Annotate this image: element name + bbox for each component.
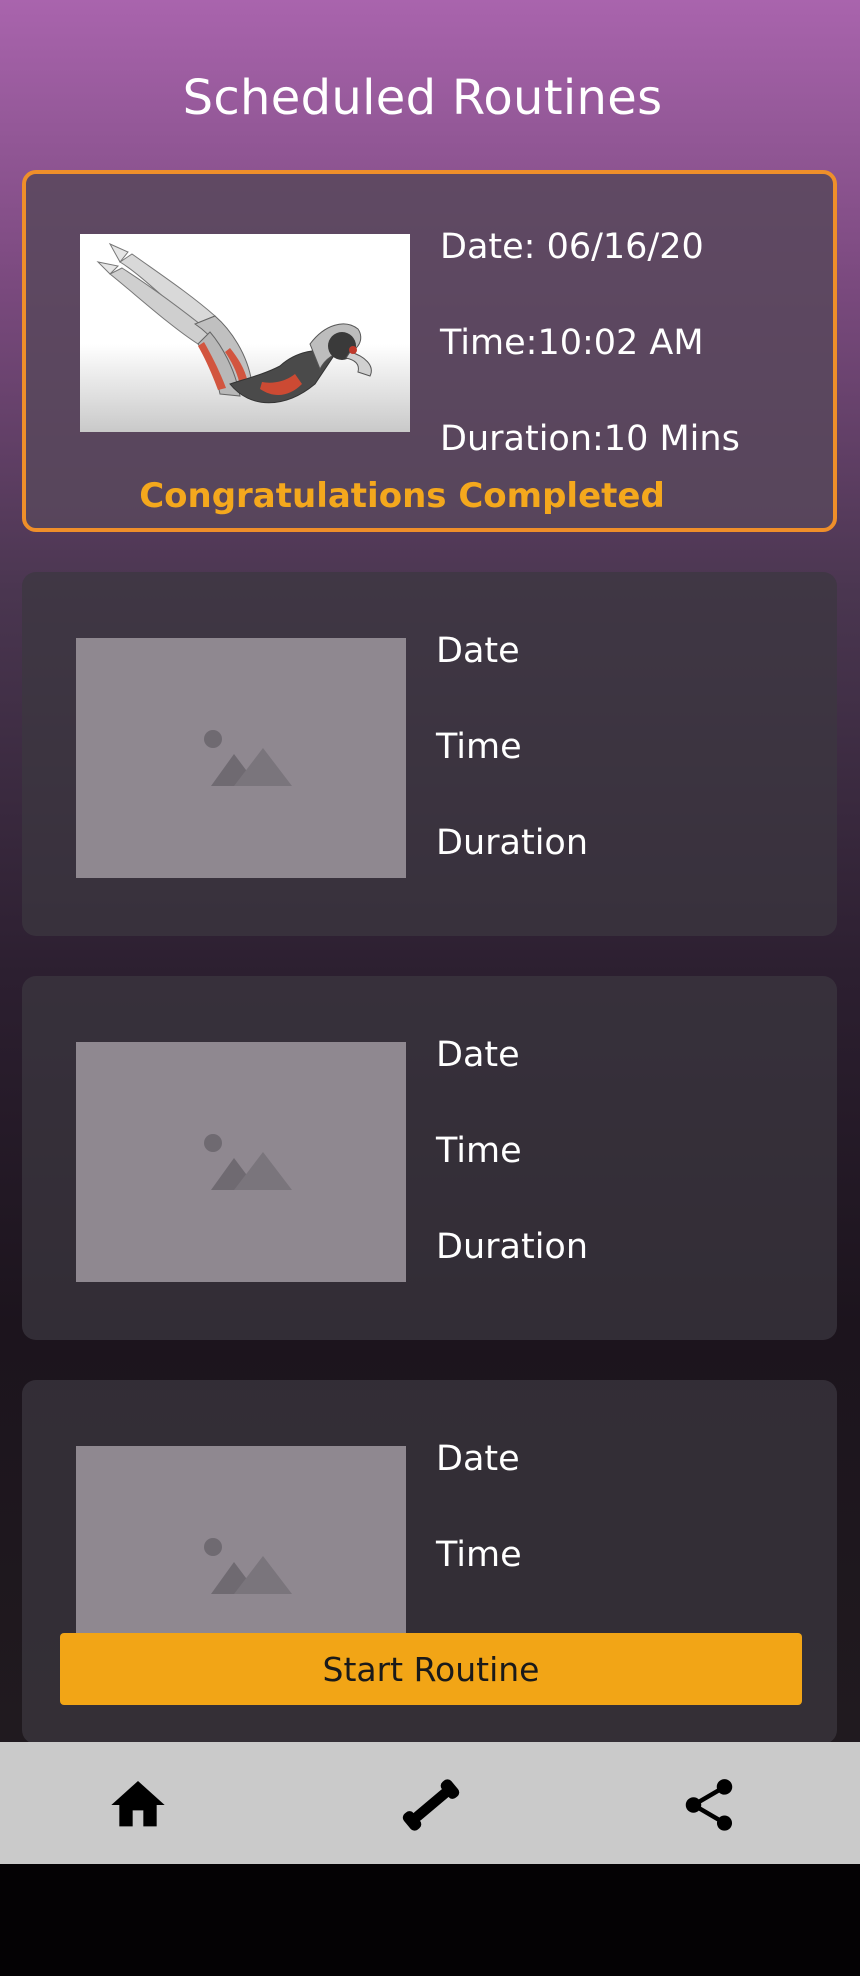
nav-share[interactable] bbox=[676, 1772, 742, 1838]
start-routine-button[interactable]: Start Routine bbox=[60, 1633, 802, 1705]
image-placeholder-icon bbox=[204, 730, 292, 786]
routine-date: Date: 06/16/20 bbox=[440, 227, 704, 267]
routine-duration: Duration bbox=[436, 823, 589, 863]
routine-image-placeholder bbox=[76, 1042, 406, 1282]
routine-time: Time:10:02 AM bbox=[440, 323, 704, 363]
nav-workout[interactable] bbox=[398, 1772, 464, 1838]
bottom-nav bbox=[0, 1742, 860, 1864]
routine-duration: Duration bbox=[436, 1227, 589, 1267]
crunch-exercise-illustration bbox=[80, 242, 410, 432]
routine-date: Date bbox=[436, 1439, 520, 1479]
screen: Scheduled Routines Date: 06/16/20 Time:1… bbox=[0, 0, 860, 1742]
routine-time: Time bbox=[436, 727, 522, 767]
routine-duration: Duration:10 Mins bbox=[440, 419, 740, 459]
page-title: Scheduled Routines bbox=[182, 70, 663, 126]
dumbbell-icon bbox=[402, 1779, 460, 1831]
share-icon bbox=[685, 1779, 733, 1831]
routine-card[interactable]: Date Time Duration bbox=[22, 976, 837, 1340]
routine-time: Time bbox=[436, 1131, 522, 1171]
routine-card-completed[interactable]: Date: 06/16/20 Time:10:02 AM Duration:10… bbox=[22, 170, 837, 532]
routine-time: Time bbox=[436, 1535, 522, 1575]
nav-home[interactable] bbox=[105, 1772, 171, 1838]
routine-card[interactable]: Date Time Duration bbox=[22, 572, 837, 936]
routine-image-placeholder bbox=[76, 638, 406, 878]
routine-date: Date bbox=[436, 631, 520, 671]
system-bar-area bbox=[0, 1864, 860, 1976]
image-placeholder-icon bbox=[204, 1134, 292, 1190]
completed-status-label: Congratulations Completed bbox=[139, 476, 665, 516]
crunch-exercise-image bbox=[80, 234, 410, 432]
routine-date: Date bbox=[436, 1035, 520, 1075]
home-icon bbox=[111, 1781, 165, 1827]
